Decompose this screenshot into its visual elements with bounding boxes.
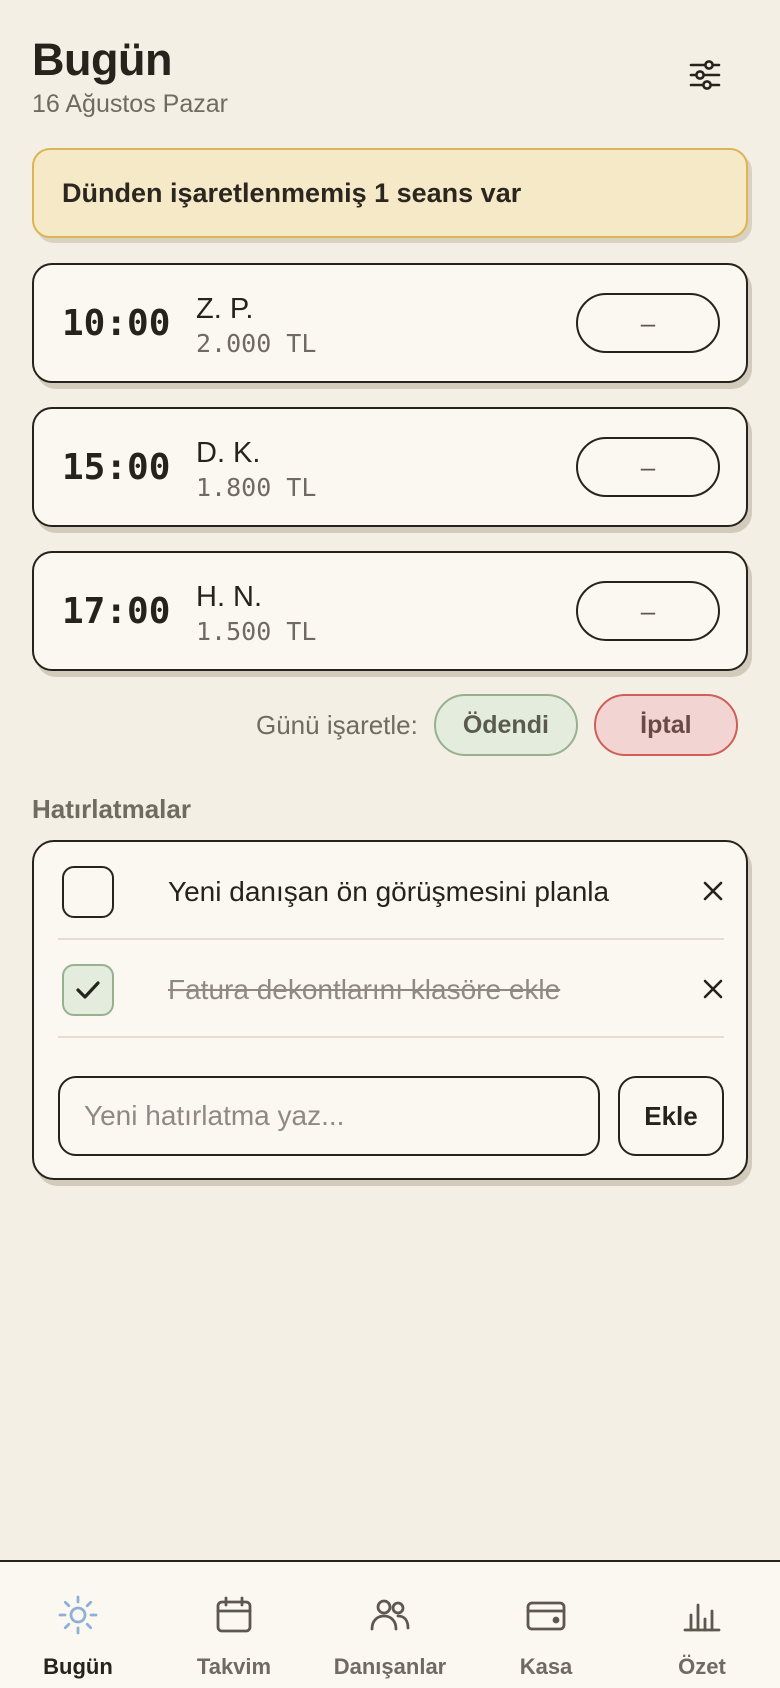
bar-chart-icon [677, 1590, 727, 1640]
tab-label: Özet [678, 1654, 726, 1679]
session-price: 1.500 TL [196, 617, 317, 646]
reminders-title: Hatırlatmalar [32, 794, 191, 824]
mark-paid-button[interactable]: Ödendi [433, 694, 578, 756]
reminder-checkbox[interactable] [62, 866, 114, 918]
mark-cancel-button[interactable]: İptal [593, 694, 738, 756]
reminder-text: Fatura dekontlarını klasöre ekle [168, 974, 561, 1005]
close-icon [703, 979, 723, 999]
tab-takvim[interactable]: Takvim [156, 1562, 312, 1688]
reminder-text: Yeni danışan ön görüşmesini planla [168, 876, 610, 907]
session-client: H. N. [196, 581, 263, 613]
unmarked-sessions-banner[interactable]: Dünden işaretlenmemiş 1 seans var [32, 148, 748, 238]
page-date: 16 Ağustos Pazar [32, 90, 228, 118]
reminder-item: Fatura dekontlarını klasöre ekle [58, 940, 724, 1038]
page-title: Bugün [32, 34, 172, 85]
check-icon [76, 981, 100, 999]
sun-icon [53, 1590, 103, 1640]
session-status-button[interactable]: – [576, 437, 720, 497]
header: Bugün 16 Ağustos Pazar [32, 34, 228, 119]
session-status-button[interactable]: – [576, 293, 720, 353]
reminder-checkbox[interactable] [62, 964, 114, 1016]
session-client: Z. P. [196, 293, 254, 325]
settings-button[interactable] [680, 50, 730, 100]
session-card[interactable]: 15:00 D. K. 1.800 TL – [32, 407, 748, 527]
sliders-icon [689, 60, 721, 90]
session-time: 10:00 [62, 303, 171, 344]
session-status-button[interactable]: – [576, 581, 720, 641]
session-price: 1.800 TL [196, 473, 317, 502]
session-price: 2.000 TL [196, 329, 317, 358]
delete-reminder-button[interactable] [698, 876, 728, 906]
mark-day-row: Günü işaretle: Ödendi İptal [256, 694, 738, 756]
new-reminder-input[interactable] [58, 1076, 600, 1156]
tab-label: Danışanlar [333, 1654, 447, 1679]
tab-label: Bugün [43, 1654, 113, 1679]
tab-label: Kasa [519, 1654, 573, 1679]
calendar-icon [209, 1590, 259, 1640]
bottom-tab-bar: Bugün Takvim Danışanlar Kasa Özet [0, 1560, 780, 1688]
reminders-card: Yeni danışan ön görüşmesini planla Fatur… [32, 840, 748, 1180]
mark-day-label: Günü işaretle: [256, 709, 418, 740]
session-time: 15:00 [62, 447, 171, 488]
session-card[interactable]: 10:00 Z. P. 2.000 TL – [32, 263, 748, 383]
session-time: 17:00 [62, 591, 171, 632]
close-icon [703, 881, 723, 901]
delete-reminder-button[interactable] [698, 974, 728, 1004]
add-reminder-button[interactable]: Ekle [618, 1076, 724, 1156]
tab-danisanlar[interactable]: Danışanlar [312, 1562, 468, 1688]
wallet-icon [521, 1590, 571, 1640]
tab-kasa[interactable]: Kasa [468, 1562, 624, 1688]
session-client: D. K. [196, 437, 261, 469]
reminder-item: Yeni danışan ön görüşmesini planla [58, 842, 724, 940]
tab-label: Takvim [196, 1654, 272, 1679]
tab-ozet[interactable]: Özet [624, 1562, 780, 1688]
tab-bugun[interactable]: Bugün [0, 1562, 156, 1688]
banner-text: Dünden işaretlenmemiş 1 seans var [62, 177, 522, 208]
users-icon [365, 1590, 415, 1640]
session-card[interactable]: 17:00 H. N. 1.500 TL – [32, 551, 748, 671]
